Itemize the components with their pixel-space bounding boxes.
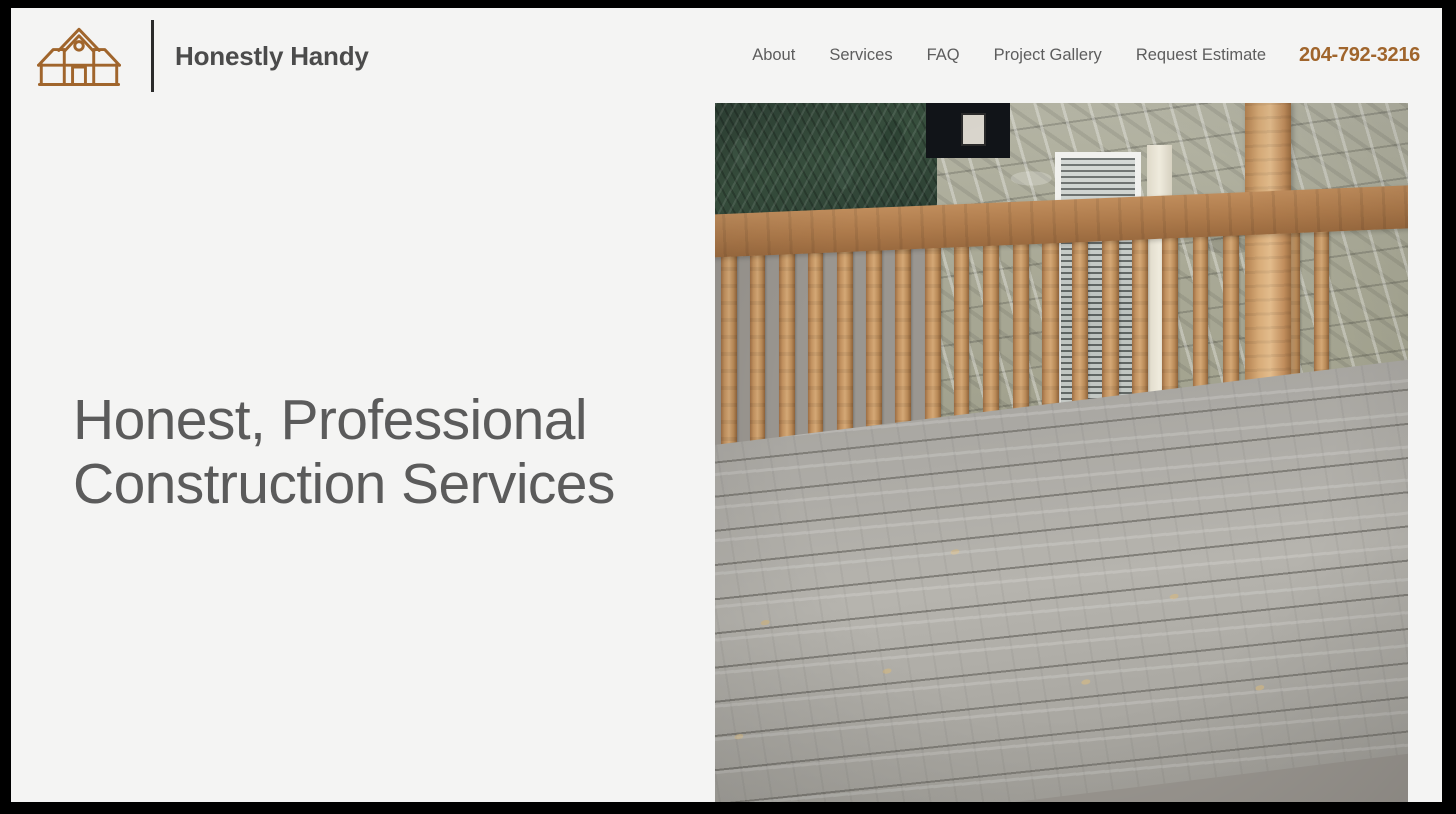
nav-item-faq[interactable]: FAQ [910,47,977,64]
barn-house-outline-icon [37,27,121,86]
nav-item-project-gallery[interactable]: Project Gallery [977,47,1119,64]
nav-item-about[interactable]: About [735,47,812,64]
site-header: Honestly Handy About Services FAQ Projec… [11,8,1442,103]
brand-divider [151,20,154,92]
hero-section: Honest, Professional Construction Servic… [11,103,1442,802]
deck-construction-photo [715,103,1408,802]
browser-viewport-frame: Honestly Handy About Services FAQ Projec… [0,0,1456,814]
main-navigation: About Services FAQ Project Gallery Reque… [735,8,1428,103]
nav-item-services[interactable]: Services [812,47,909,64]
photo-fixture-plate [961,112,987,146]
page-title: Honest, Professional Construction Servic… [73,387,615,516]
brand-block[interactable]: Honestly Handy [29,18,369,94]
hero-image [715,103,1408,802]
brand-name: Honestly Handy [175,40,369,71]
photo-wall-fixture [926,103,1010,158]
hero-copy: Honest, Professional Construction Servic… [11,103,715,802]
phone-number-link[interactable]: 204-792-3216 [1283,44,1428,67]
nav-item-request-estimate[interactable]: Request Estimate [1119,47,1283,64]
page-canvas: Honestly Handy About Services FAQ Projec… [11,8,1442,802]
